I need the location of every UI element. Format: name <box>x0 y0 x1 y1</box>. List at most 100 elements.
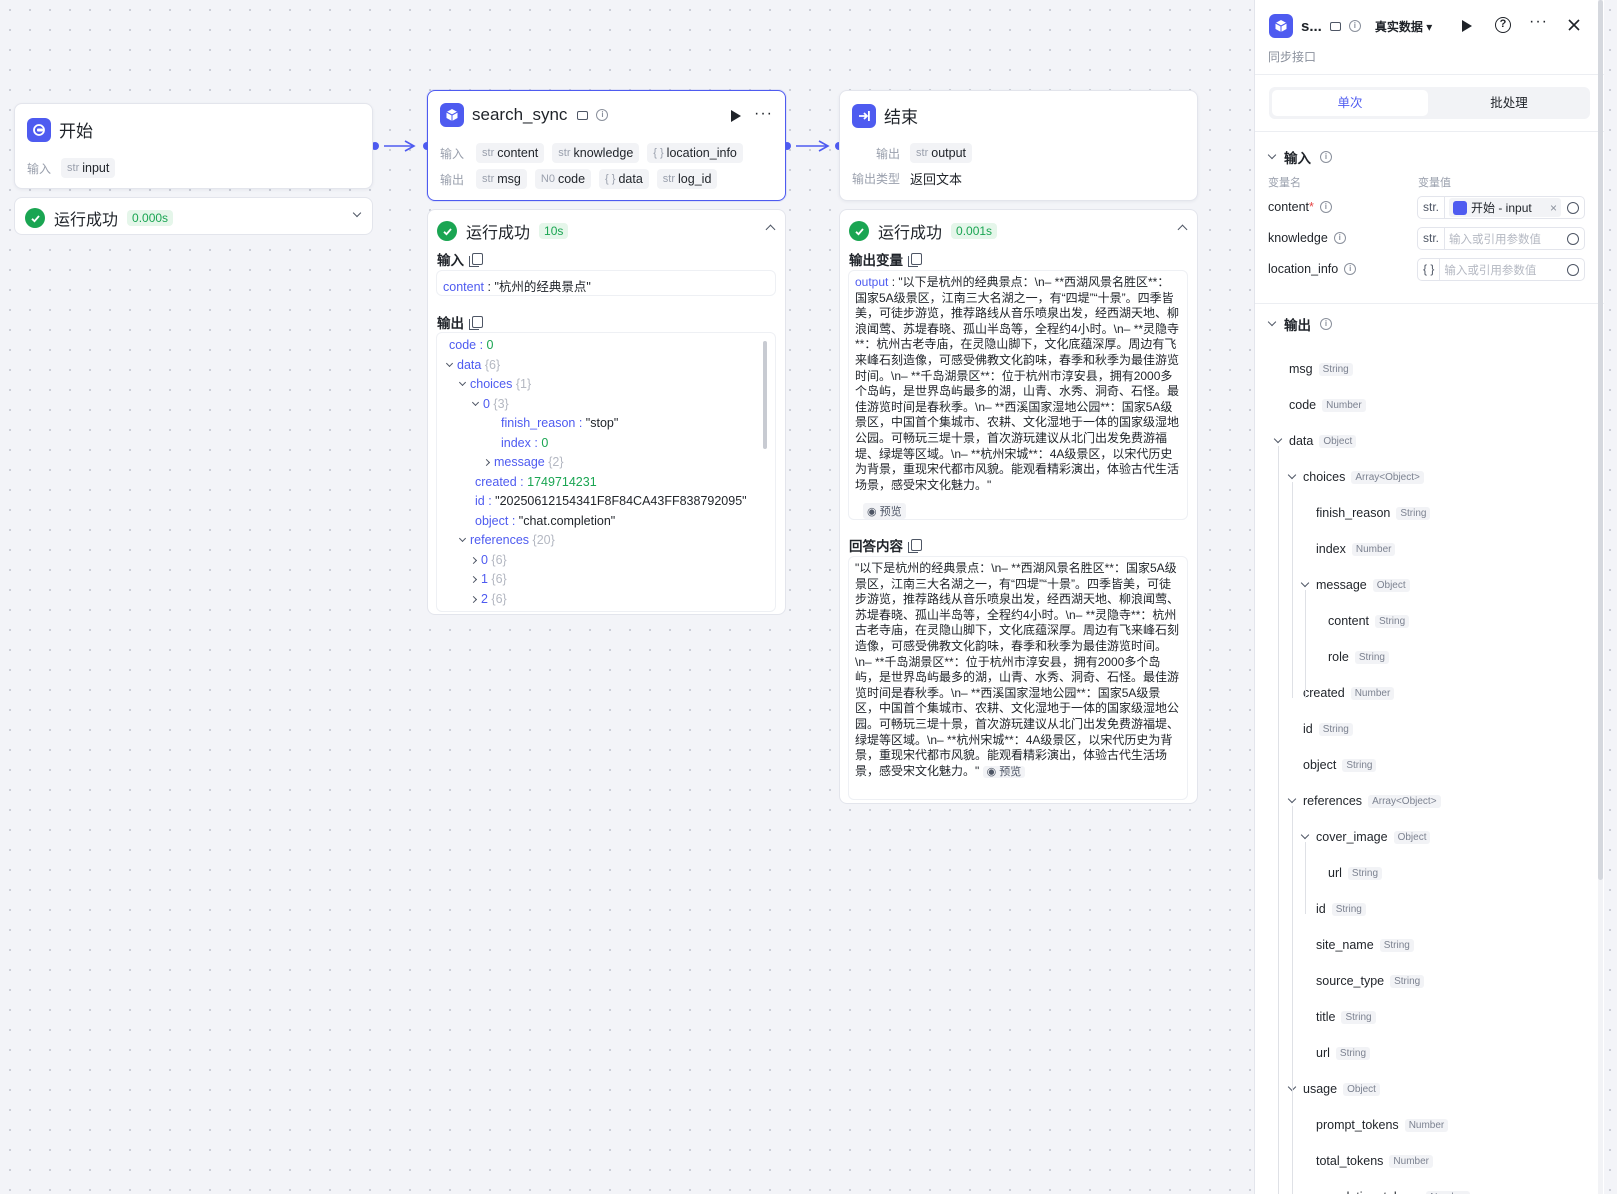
json-tree-row[interactable]: 1 {6} <box>445 570 775 590</box>
close-icon[interactable] <box>1568 19 1580 31</box>
search-output-tag: { } data <box>599 169 649 189</box>
json-tree-row[interactable]: data {6} <box>445 356 775 376</box>
output-field-usage[interactable]: usage Object <box>1287 1082 1380 1096</box>
end-var-box: output : "以下是杭州的经典景点：\n– **西湖风景名胜区**：国家5… <box>848 270 1188 520</box>
output-field-msg: msg String <box>1289 362 1353 376</box>
tree-guide-line <box>1305 842 1306 914</box>
panel-title: s... <box>1301 17 1322 35</box>
more-icon[interactable]: ··· <box>1529 13 1548 31</box>
data-mode-select[interactable]: 真实数据 ▾ <box>1375 18 1432 35</box>
type-badge: String <box>1390 974 1425 988</box>
scrollbar-thumb[interactable] <box>763 341 767 449</box>
copy-icon[interactable] <box>908 253 922 267</box>
end-node-title: 结束 <box>884 108 918 127</box>
run-play-icon[interactable] <box>1461 19 1473 33</box>
node-search-sync[interactable]: search_sync i ··· 输入 str content str knowl… <box>427 90 786 201</box>
success-check-icon <box>437 221 457 241</box>
param-type-select[interactable]: str. <box>1418 197 1446 218</box>
info-icon[interactable]: i <box>1344 263 1357 275</box>
tab-batch[interactable]: 批处理 <box>1431 90 1587 116</box>
tab-single[interactable]: 单次 <box>1272 90 1428 116</box>
clear-icon[interactable]: × <box>1550 201 1557 215</box>
plugin-cube-icon <box>1269 14 1293 38</box>
copy-icon[interactable] <box>469 253 483 267</box>
json-tree-row[interactable]: choices {1} <box>445 375 775 395</box>
chevron-up-icon[interactable] <box>1177 224 1188 235</box>
json-tree-row: index : 0 <box>501 435 549 450</box>
search-run-time: 10s <box>539 223 569 239</box>
chevron-down-icon[interactable] <box>1287 470 1297 480</box>
output-section-header[interactable]: 输出 i <box>1267 314 1332 334</box>
output-field-choices[interactable]: choices Array<Object> <box>1287 470 1424 484</box>
info-icon[interactable]: i <box>1333 232 1346 244</box>
info-icon[interactable]: i <box>1320 318 1332 330</box>
test-run-panel: s... i 真实数据 ▾ ? ··· 同步接口 单次 批处理 输入 i 变量名… <box>1254 0 1604 1194</box>
info-icon[interactable]: i <box>1320 151 1332 163</box>
end-output-tag: str output <box>910 143 973 163</box>
param-name-knowledge: knowledge i <box>1268 231 1346 245</box>
node-end[interactable]: 结束 输出 str output 输出类型 返回文本 <box>839 90 1198 201</box>
param-value-input[interactable]: { } 输入或引用参数值 <box>1417 258 1585 281</box>
type-badge: String <box>1335 1046 1371 1060</box>
reference-variable-icon[interactable] <box>1567 263 1579 276</box>
json-tree-row: created : 1749714231 <box>475 474 597 489</box>
param-value-input[interactable]: str. 输入或引用参数值 <box>1417 227 1585 250</box>
start-input-label: 输入 <box>27 161 52 176</box>
output-field-references[interactable]: references Array<Object> <box>1287 794 1441 808</box>
chevron-down-icon[interactable] <box>1287 794 1297 804</box>
chevron-right-icon[interactable] <box>482 458 491 467</box>
end-output-label: 输出 <box>876 146 901 161</box>
chevron-right-icon[interactable] <box>469 556 478 564</box>
tree-guide-line <box>1305 590 1306 698</box>
end-run-text: 运行成功 <box>878 225 943 242</box>
json-tree-row[interactable]: 0 {6} <box>445 551 775 571</box>
chevron-down-icon[interactable] <box>1273 434 1283 444</box>
param-type-select[interactable]: { } <box>1418 259 1441 280</box>
json-tree-row[interactable]: references {20} <box>445 531 775 551</box>
output-field-id: id String <box>1303 722 1353 736</box>
node-start[interactable]: 开始 输入 str input <box>14 103 373 189</box>
output-field-message[interactable]: message Object <box>1300 578 1410 592</box>
json-tree-row[interactable]: 2 {6} <box>445 590 775 610</box>
param-value-input[interactable]: str. 开始 - input × <box>1417 196 1585 219</box>
chevron-down-icon[interactable] <box>458 378 467 387</box>
info-icon[interactable]: i <box>1319 201 1332 213</box>
chevron-down-icon[interactable] <box>458 534 467 543</box>
chevron-up-icon[interactable] <box>765 224 776 235</box>
end-mode-value: 返回文本 <box>910 172 963 187</box>
database-icon <box>1329 21 1341 31</box>
type-badge: Number <box>1350 686 1395 700</box>
ref-chip[interactable]: 开始 - input × <box>1449 198 1562 217</box>
reference-variable-icon[interactable] <box>1567 232 1579 245</box>
chevron-right-icon[interactable] <box>469 595 478 603</box>
param-name-content: content * i <box>1268 200 1332 214</box>
run-play-icon[interactable] <box>730 109 742 123</box>
output-field-cover_image[interactable]: cover_image Object <box>1300 830 1431 844</box>
chevron-down-icon[interactable] <box>445 359 454 367</box>
chevron-down-icon[interactable] <box>471 398 480 406</box>
preview-button[interactable]: ◉ 预览 <box>982 765 1026 778</box>
copy-icon[interactable] <box>469 316 483 330</box>
info-icon[interactable]: i <box>1348 20 1361 32</box>
start-run-status[interactable]: 运行成功 0.000s <box>14 197 373 235</box>
chevron-right-icon[interactable] <box>469 575 478 584</box>
chevron-down-icon[interactable] <box>352 208 362 218</box>
type-badge: String <box>1396 506 1431 520</box>
col-name-header: 变量名 <box>1268 177 1301 189</box>
json-tree-row[interactable]: message {2} <box>445 453 775 473</box>
input-section-header[interactable]: 输入 i <box>1267 147 1332 167</box>
json-tree-row[interactable]: 0 {3} <box>445 395 775 415</box>
more-icon[interactable]: ··· <box>754 105 773 123</box>
type-badge: Object <box>1393 830 1431 844</box>
copy-icon[interactable] <box>908 539 922 553</box>
output-field-data[interactable]: data Object <box>1273 434 1357 448</box>
chevron-down-icon[interactable] <box>1300 830 1310 840</box>
chevron-down-icon[interactable] <box>1300 578 1310 588</box>
param-type-select[interactable]: str. <box>1418 228 1446 249</box>
info-icon[interactable]: i <box>596 109 609 121</box>
preview-button[interactable]: ◉ 预览 <box>863 503 906 519</box>
panel-scrollbar[interactable] <box>1598 0 1603 1194</box>
help-icon[interactable]: ? <box>1495 17 1511 33</box>
reference-variable-icon[interactable] <box>1567 201 1579 214</box>
end-var-section: 输出变量 <box>849 249 922 269</box>
